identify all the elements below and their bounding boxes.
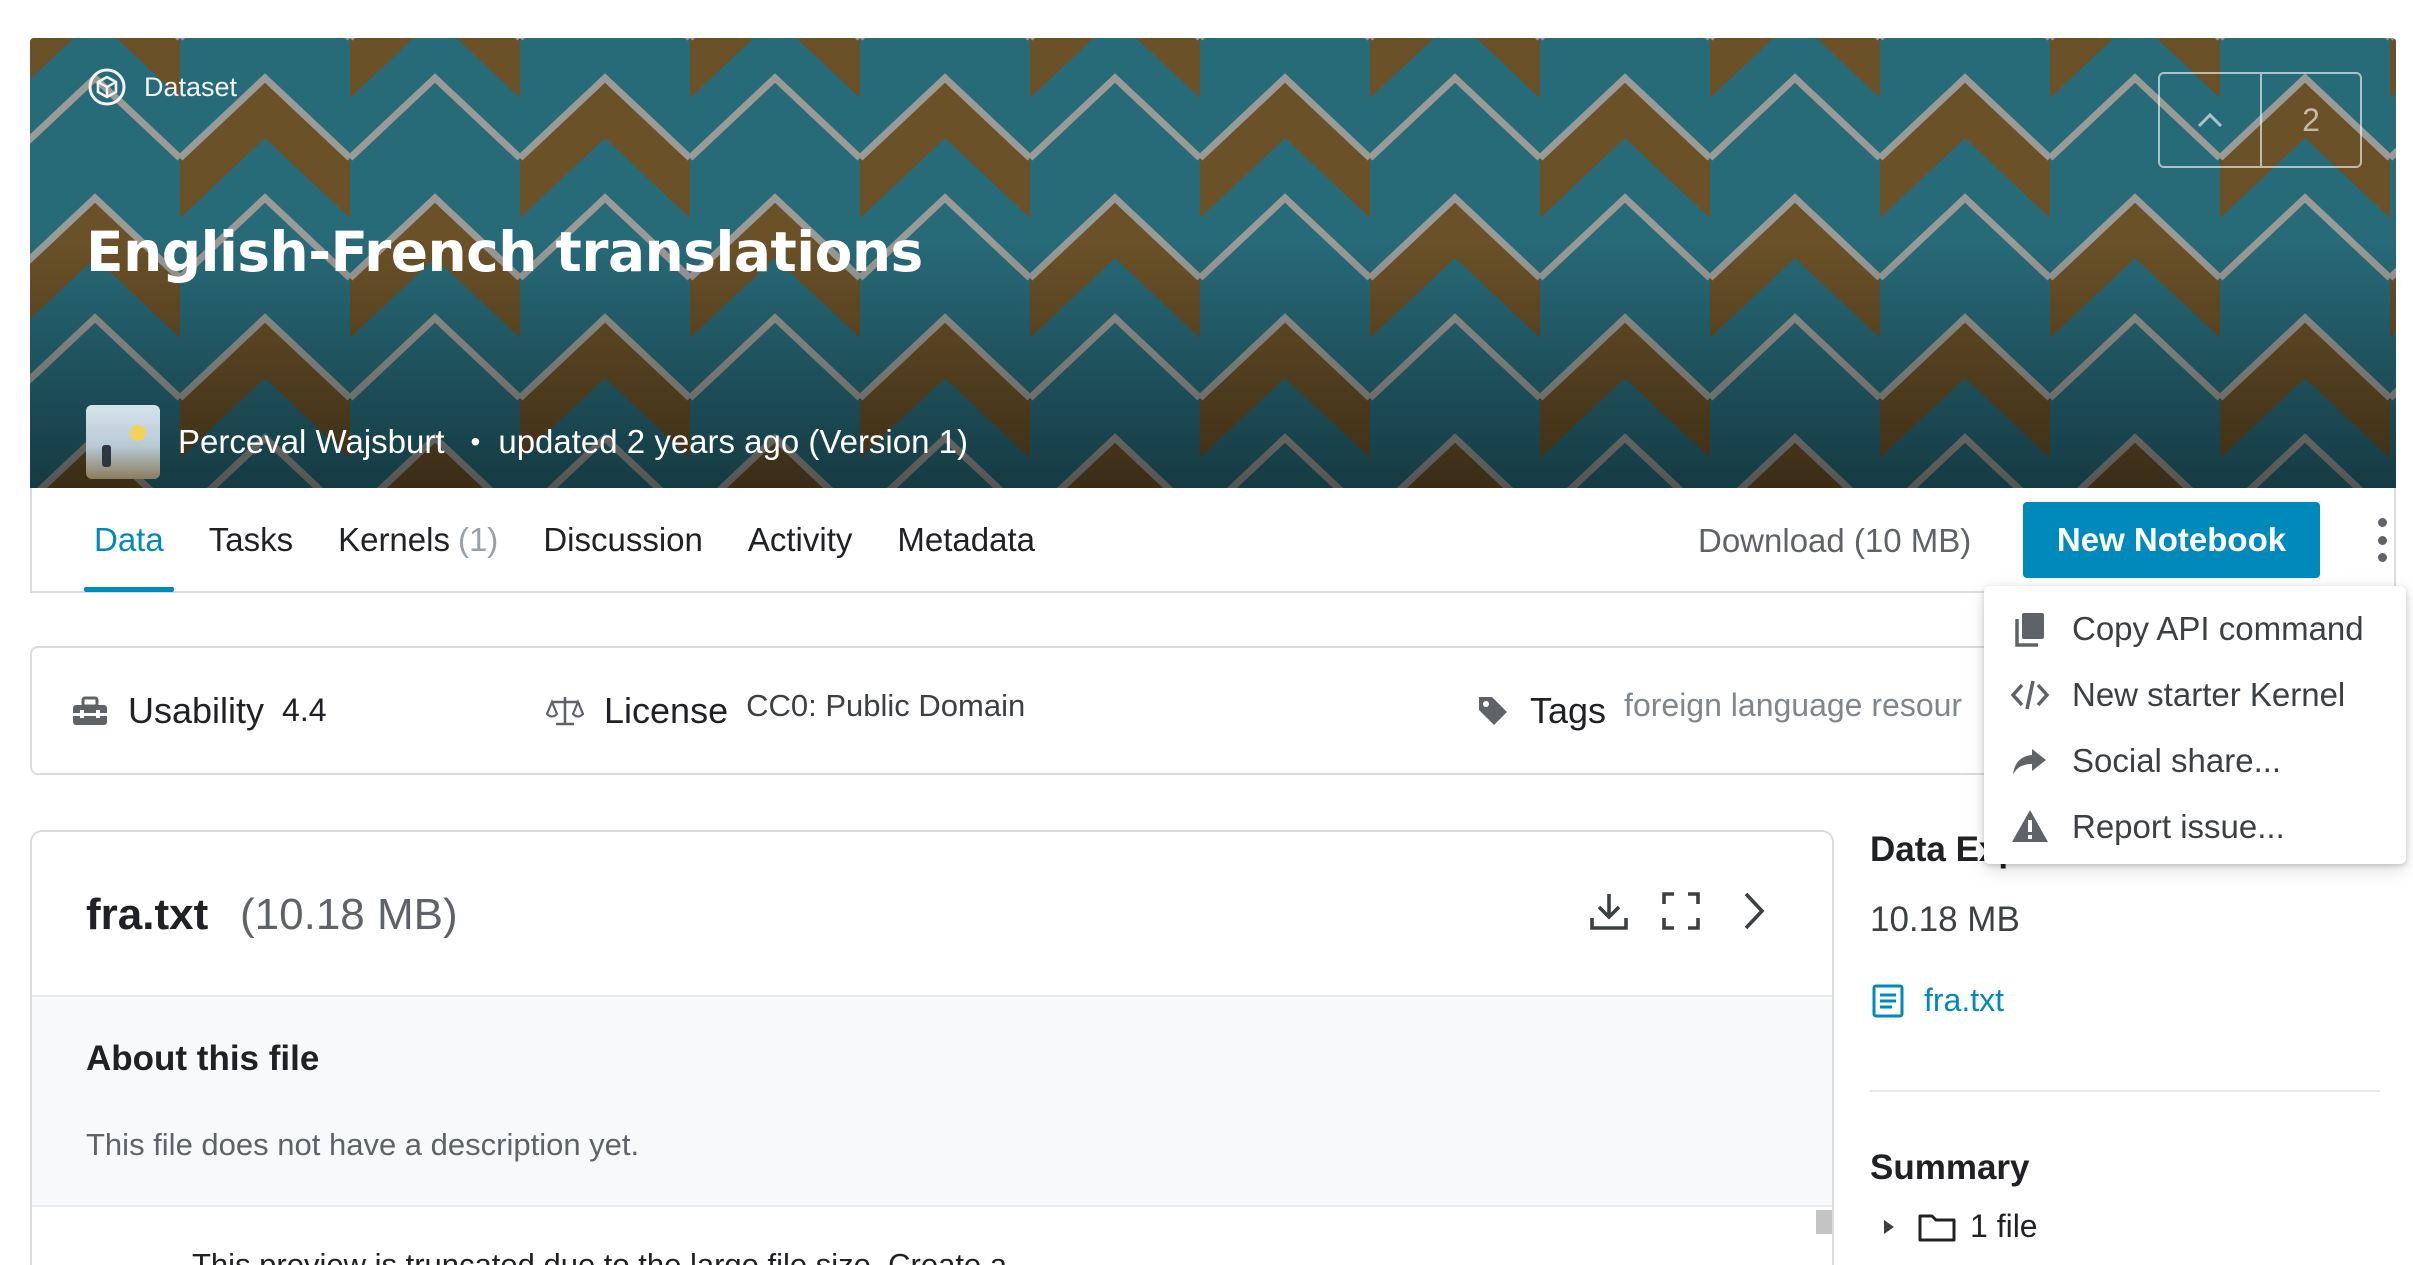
- menu-item-copy-api-command[interactable]: Copy API command: [1984, 596, 2406, 662]
- more-options-menu: Copy API command New starter Kernel Soci…: [1984, 586, 2406, 864]
- tab-list: Data Tasks Kernels (1) Discussion Activity Met…: [84, 488, 1070, 592]
- avatar-sun: [130, 425, 146, 441]
- menu-item-label: Copy API command: [2072, 610, 2364, 647]
- file-preview-card: fra.txt (10.18 MB) About this file This …: [30, 830, 1834, 1265]
- menu-item-label: New starter Kernel: [2072, 676, 2346, 713]
- new-notebook-button[interactable]: New Notebook: [2023, 502, 2320, 578]
- data-explorer-file[interactable]: fra.txt: [1870, 982, 2004, 1019]
- tab-label: Data: [94, 520, 164, 558]
- download-icon[interactable]: [1586, 888, 1632, 934]
- more-options-icon[interactable]: [2370, 514, 2394, 566]
- upvote-widget: 2: [2158, 72, 2362, 168]
- tab-label: Metadata: [897, 520, 1035, 558]
- file-header: fra.txt (10.18 MB): [32, 832, 1832, 997]
- chevron-right-icon[interactable]: [1730, 888, 1776, 934]
- menu-item-report-issue[interactable]: Report issue...: [1984, 794, 2406, 860]
- file-about-section: About this file This file does not have …: [32, 997, 1832, 1207]
- fullscreen-icon[interactable]: [1658, 888, 1704, 934]
- data-explorer-file-label: fra.txt: [1924, 982, 2005, 1018]
- menu-item-label: Report issue...: [2072, 808, 2285, 845]
- license-value: CC0: Public Domain: [746, 687, 1026, 723]
- scrollbar-thumb[interactable]: [1816, 1210, 1832, 1234]
- tab-metadata[interactable]: Metadata: [887, 488, 1045, 591]
- menu-item-new-starter-kernel[interactable]: New starter Kernel: [1984, 662, 2406, 728]
- tab-tasks[interactable]: Tasks: [199, 488, 303, 591]
- license-label: License: [604, 689, 729, 731]
- dataset-header: Dataset English-French translations Perc…: [30, 38, 2396, 488]
- warning-icon: [2012, 810, 2048, 842]
- about-title: About this file: [86, 1039, 320, 1078]
- sidebar-divider: [1870, 1090, 2380, 1092]
- usability-item: Usability 4.4: [72, 648, 327, 773]
- usability-label: Usability: [128, 689, 265, 731]
- dataset-type: Dataset: [86, 66, 237, 108]
- tab-bar: Data Tasks Kernels (1) Discussion Activity Met…: [30, 488, 2396, 593]
- dataset-type-label: Dataset: [144, 71, 238, 102]
- tags-value[interactable]: foreign language resour: [1624, 687, 1962, 724]
- about-description: This file does not have a description ye…: [86, 1127, 640, 1162]
- dataset-icon: [88, 68, 126, 106]
- author-name[interactable]: Perceval Wajsburt: [178, 423, 445, 461]
- summary-file-count-label: 1 file: [1970, 1208, 2038, 1244]
- dataset-meta: Perceval Wajsburt • updated 2 years ago …: [86, 405, 968, 479]
- meta-separator: •: [470, 426, 481, 457]
- data-explorer-size: 10.18 MB: [1870, 900, 2020, 939]
- tab-discussion[interactable]: Discussion: [533, 488, 713, 591]
- upvote-button[interactable]: [2160, 74, 2262, 166]
- code-icon: [2010, 680, 2050, 710]
- chevron-up-icon: [2197, 112, 2223, 128]
- tags-item: Tags foreign language resour: [1476, 648, 1962, 773]
- caret-right-icon: [1884, 1219, 1894, 1234]
- updated-text: updated 2 years ago (Version 1): [498, 423, 968, 460]
- tab-label: Discussion: [543, 520, 703, 558]
- summary-title: Summary: [1870, 1148, 2030, 1187]
- tag-icon: [1479, 696, 1507, 725]
- tab-activity[interactable]: Activity: [738, 488, 863, 591]
- truncate-notice: This preview is truncated due to the lar…: [192, 1247, 1008, 1265]
- license-item: License CC0: Public Domain: [546, 648, 1025, 773]
- menu-item-label: Social share...: [2072, 742, 2282, 779]
- tab-label: Tasks: [208, 520, 294, 558]
- dataset-title: English-French translations: [86, 220, 923, 284]
- tab-label: Kernels: [338, 520, 450, 558]
- tab-data[interactable]: Data: [84, 488, 174, 592]
- file-name: fra.txt: [86, 890, 209, 939]
- usability-value[interactable]: 4.4: [282, 692, 326, 729]
- menu-item-social-share[interactable]: Social share...: [1984, 728, 2406, 794]
- scale-icon: [546, 696, 584, 725]
- toolbox-icon: [73, 696, 107, 725]
- vote-count: 2: [2302, 101, 2320, 138]
- file-size: (10.18 MB): [240, 890, 458, 939]
- tab-kernels[interactable]: Kernels (1): [328, 488, 508, 591]
- file-actions: [1560, 888, 1776, 934]
- tab-count: (1): [457, 520, 499, 558]
- avatar-figure: [102, 445, 111, 467]
- share-icon: [2013, 749, 2046, 775]
- tags-label: Tags: [1530, 689, 1607, 731]
- folder-icon: [1918, 1214, 1956, 1241]
- document-icon: [1872, 984, 1904, 1017]
- summary-file-count[interactable]: 1 file: [1884, 1208, 2038, 1245]
- author-avatar[interactable]: [86, 405, 160, 479]
- download-link[interactable]: Download (10 MB): [1698, 522, 1971, 560]
- copy-icon: [2015, 613, 2044, 647]
- tab-label: Activity: [747, 520, 853, 558]
